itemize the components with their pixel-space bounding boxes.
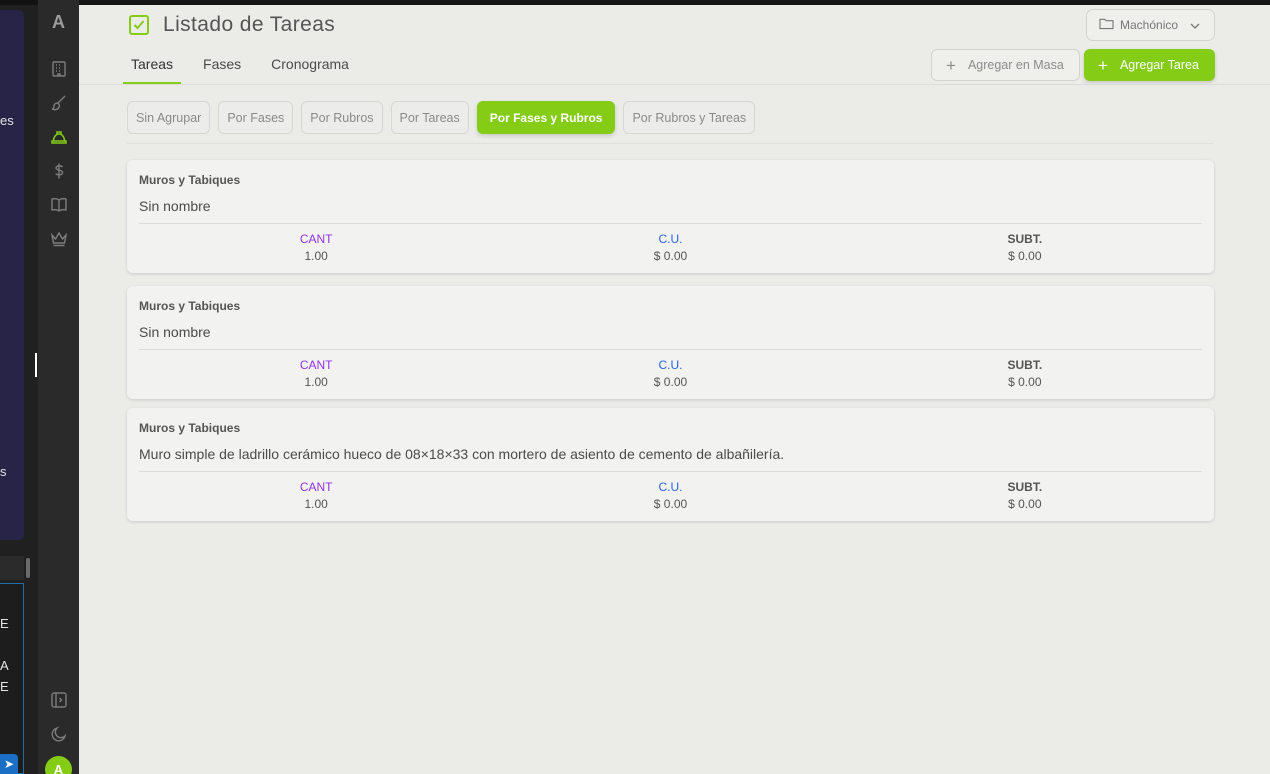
grouping-por-tareas[interactable]: Por Tareas: [390, 101, 469, 134]
external-app-strip: es s E A E ➤: [0, 0, 38, 774]
dollar-icon[interactable]: [50, 162, 68, 180]
tab-cronograma[interactable]: Cronograma: [263, 52, 357, 84]
send-icon[interactable]: ➤: [0, 754, 18, 774]
strip-panel-small: [0, 556, 24, 580]
top-edge: [79, 0, 1270, 5]
bulk-add-button[interactable]: + Agregar en Masa: [931, 49, 1080, 81]
stat-subt: SUBT. $ 0.00: [848, 232, 1202, 263]
stat-subt: SUBT. $ 0.00: [848, 480, 1202, 511]
text-caret: [35, 353, 37, 377]
moon-icon[interactable]: [50, 725, 68, 743]
stat-cu-label: C.U.: [658, 480, 683, 494]
grouping-por-fases-y-rubros[interactable]: Por Fases y Rubros: [476, 101, 616, 134]
app-logo[interactable]: A: [38, 12, 79, 33]
stat-cant: CANT 1.00: [139, 232, 493, 263]
task-list: Muros y Tabiques Sin nombre CANT 1.00 C.…: [127, 160, 1214, 534]
avatar[interactable]: A: [45, 756, 72, 774]
task-stats: CANT 1.00 C.U. $ 0.00 SUBT. $ 0.00: [139, 232, 1202, 263]
stat-cant-value: 1.00: [304, 375, 328, 389]
panel-icon[interactable]: [50, 691, 68, 709]
task-name: Sin nombre: [139, 324, 211, 340]
project-selector[interactable]: Machónico: [1086, 9, 1215, 41]
book-icon[interactable]: [50, 196, 68, 214]
task-category: Muros y Tabiques: [139, 421, 241, 435]
project-name: Machónico: [1120, 18, 1179, 32]
plus-icon: +: [946, 55, 956, 75]
strip-top-bar: [0, 0, 38, 5]
strip-text-fragment: s: [0, 464, 7, 479]
stat-cu-label: C.U.: [658, 358, 683, 372]
stat-subt-value: $ 0.00: [1008, 249, 1042, 263]
stat-subt-value: $ 0.00: [1008, 375, 1042, 389]
hardhat-icon[interactable]: [50, 128, 68, 146]
strip-text-fragment: es: [0, 113, 14, 128]
add-task-button[interactable]: + Agregar Tarea: [1084, 49, 1215, 81]
task-category: Muros y Tabiques: [139, 173, 241, 187]
task-stats: CANT 1.00 C.U. $ 0.00 SUBT. $ 0.00: [139, 358, 1202, 389]
page-title: Listado de Tareas: [163, 13, 336, 36]
building-icon[interactable]: [50, 60, 68, 78]
task-stats: CANT 1.00 C.U. $ 0.00 SUBT. $ 0.00: [139, 480, 1202, 511]
bulk-add-label: Agregar en Masa: [967, 58, 1064, 72]
plus-icon: +: [1098, 55, 1108, 75]
grouping-sin-agrupar[interactable]: Sin Agrupar: [127, 101, 211, 134]
card-divider: [139, 349, 1202, 350]
add-task-label: Agregar Tarea: [1119, 58, 1199, 72]
grouping-por-rubros[interactable]: Por Rubros: [301, 101, 383, 134]
stat-cant-label: CANT: [299, 358, 333, 372]
stat-cant-label: CANT: [299, 232, 333, 246]
strip-text-fragment: E: [0, 616, 9, 631]
tab-bar: Tareas Fases Cronograma: [123, 52, 371, 84]
stat-cant: CANT 1.00: [139, 480, 493, 511]
grouping-por-fases[interactable]: Por Fases: [218, 101, 294, 134]
stat-subt-label: SUBT.: [1007, 480, 1043, 494]
stat-cant-value: 1.00: [304, 497, 328, 511]
stat-cu-value: $ 0.00: [653, 249, 688, 263]
task-card[interactable]: Muros y Tabiques Sin nombre CANT 1.00 C.…: [127, 286, 1214, 399]
stat-cant-value: 1.00: [304, 249, 328, 263]
strip-text-fragment: A: [0, 658, 9, 673]
folder-icon: [1099, 17, 1114, 33]
stat-subt-label: SUBT.: [1007, 232, 1043, 246]
stat-cu: C.U. $ 0.00: [493, 358, 847, 389]
chevron-down-icon: [1190, 18, 1200, 32]
stat-cant: CANT 1.00: [139, 358, 493, 389]
stat-subt-label: SUBT.: [1007, 358, 1043, 372]
tab-fases[interactable]: Fases: [195, 52, 249, 84]
task-name: Sin nombre: [139, 198, 211, 214]
task-name: Muro simple de ladrillo cerámico hueco d…: [139, 446, 785, 462]
grouping-por-rubros-y-tareas[interactable]: Por Rubros y Tareas: [623, 101, 756, 134]
stat-cu: C.U. $ 0.00: [493, 232, 847, 263]
groupings-divider: [127, 143, 1214, 144]
stat-subt-value: $ 0.00: [1008, 497, 1042, 511]
strip-scrollbar[interactable]: [26, 558, 30, 578]
header-divider: [79, 84, 1270, 85]
crown-icon[interactable]: [50, 230, 68, 248]
strip-text-fragment: E: [0, 679, 9, 694]
stat-cu: C.U. $ 0.00: [493, 480, 847, 511]
app-sidebar: A A: [38, 0, 79, 774]
stat-subt: SUBT. $ 0.00: [848, 358, 1202, 389]
task-card[interactable]: Muros y Tabiques Sin nombre CANT 1.00 C.…: [127, 160, 1214, 273]
stat-cu-label: C.U.: [658, 232, 683, 246]
stat-cant-label: CANT: [299, 480, 333, 494]
task-category: Muros y Tabiques: [139, 299, 241, 313]
brush-icon[interactable]: [50, 94, 68, 112]
stat-cu-value: $ 0.00: [653, 497, 688, 511]
grouping-options: Sin Agrupar Por Fases Por Rubros Por Tar…: [127, 101, 756, 134]
tab-tareas[interactable]: Tareas: [123, 52, 182, 84]
checkbox-icon: [128, 14, 150, 36]
card-divider: [139, 223, 1202, 224]
card-divider: [139, 471, 1202, 472]
task-card[interactable]: Muros y Tabiques Muro simple de ladrillo…: [127, 408, 1214, 521]
strip-panel: [0, 10, 24, 540]
main-content: Listado de Tareas Machónico Tareas Fases…: [79, 0, 1270, 774]
stat-cu-value: $ 0.00: [653, 375, 688, 389]
